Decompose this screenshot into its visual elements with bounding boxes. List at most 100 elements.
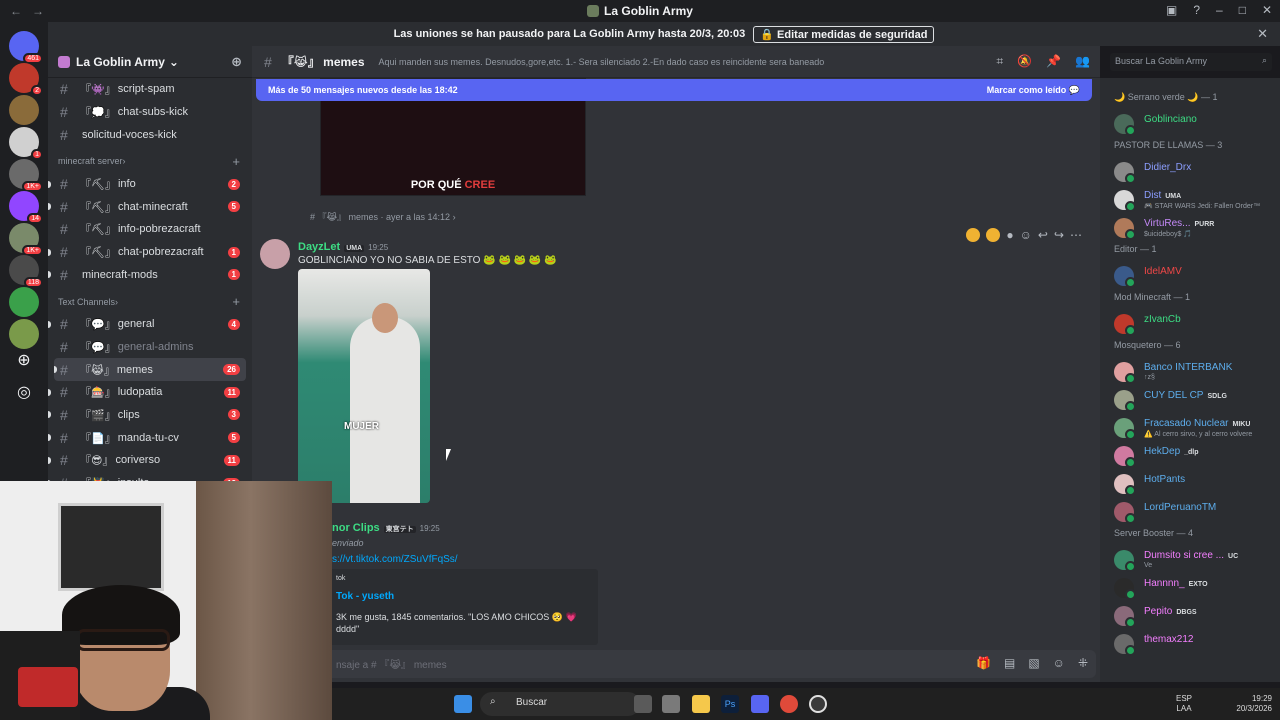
- inbox-icon[interactable]: ▣: [1166, 3, 1177, 17]
- create-channel-icon[interactable]: +: [232, 154, 240, 169]
- file-explorer-icon[interactable]: [692, 695, 710, 713]
- mute-bell-icon[interactable]: 🔕: [1017, 54, 1032, 69]
- forward-icon[interactable]: ↪: [1054, 228, 1064, 242]
- channel-general-admins[interactable]: # 『💬』 general-admins: [48, 336, 252, 359]
- channel-category[interactable]: minecraft server › +: [48, 150, 252, 173]
- member-item[interactable]: Pepito DBGS: [1114, 604, 1276, 628]
- reaction-emoji-icon[interactable]: [966, 228, 981, 242]
- member-item[interactable]: Hannnn_ EXTO: [1114, 576, 1276, 600]
- task-view-icon[interactable]: [634, 695, 652, 713]
- apps-icon[interactable]: ⁜: [1078, 656, 1088, 670]
- new-messages-bar[interactable]: Más de 50 mensajes nuevos desde las 18:4…: [256, 79, 1092, 101]
- maximize-button[interactable]: □: [1239, 3, 1246, 17]
- message-input[interactable]: nsaje a # 『😹』 memes 🎁 ▤ ▧ ☺ ⁜: [256, 650, 1096, 678]
- more-icon[interactable]: ⋯: [1070, 228, 1082, 242]
- discord-icon[interactable]: [751, 695, 769, 713]
- channel-chat-subs-kick[interactable]: # 『💭』 chat-subs-kick: [48, 101, 252, 124]
- clock[interactable]: 19:29 20/3/2026: [1236, 694, 1272, 714]
- channel-info-pobrezacraft[interactable]: # 『⛏』 info-pobrezacraft: [48, 218, 252, 241]
- member-list-icon[interactable]: 👥: [1075, 54, 1090, 69]
- server-icon[interactable]: 1K+: [9, 159, 43, 192]
- create-channel-icon[interactable]: +: [232, 294, 240, 309]
- server-icon[interactable]: [9, 287, 39, 317]
- member-item[interactable]: Dist UMA 🎮 STAR WARS Jedi: Fallen Order™: [1114, 188, 1276, 212]
- category-label: minecraft server: [58, 156, 123, 167]
- member-item[interactable]: LordPeruanoTM: [1114, 500, 1276, 524]
- pin-icon[interactable]: 📌: [1046, 54, 1061, 69]
- channel-chat-minecraft[interactable]: # 『⛏』 chat-minecraft 5: [48, 195, 252, 218]
- channel-general[interactable]: # 『💬』 general 4: [48, 313, 252, 336]
- reply-icon[interactable]: ↩: [1038, 228, 1048, 242]
- member-item[interactable]: VirtuRes... PURR $uicideboy$ 🎵: [1114, 216, 1276, 240]
- add-server-icon[interactable]: ⊕: [0, 350, 48, 382]
- language-indicator[interactable]: ESP LAA: [1176, 694, 1192, 714]
- channel-ludopatia[interactable]: # 『🎰』 ludopatia 11: [48, 381, 252, 404]
- minimize-button[interactable]: –: [1216, 3, 1223, 17]
- sticker-icon[interactable]: ▧: [1028, 656, 1039, 670]
- channel-clips[interactable]: # 『🎬』 clips 3: [48, 404, 252, 427]
- reaction-emoji-icon[interactable]: [986, 228, 1001, 242]
- search-input[interactable]: Buscar La Goblin Army ⌕: [1110, 53, 1272, 71]
- channel-chat-pobrezacraft[interactable]: # 『⛏』 chat-pobrezacraft 1: [48, 241, 252, 264]
- taskbar-search[interactable]: ⌕ Buscar: [480, 692, 640, 716]
- member-name: Pepito DBGS: [1144, 606, 1197, 617]
- embed-title[interactable]: Tok - yuseth: [336, 591, 394, 602]
- channel-info[interactable]: # 『⛏』 info 2: [48, 173, 252, 196]
- banner-close-icon[interactable]: ✕: [1257, 26, 1268, 42]
- invite-icon[interactable]: ⊕: [231, 54, 242, 70]
- server-icon[interactable]: 14: [9, 191, 43, 224]
- member-item[interactable]: themax212: [1114, 632, 1276, 656]
- member-item[interactable]: Fracasado Nuclear MIKU ⚠️ Al cerro sirvo, …: [1114, 416, 1276, 440]
- channel-minecraft-mods[interactable]: # minecraft-mods 1: [48, 264, 252, 287]
- member-item[interactable]: IdelAMV: [1114, 264, 1276, 288]
- edit-security-button[interactable]: 🔒 Editar medidas de seguridad: [753, 25, 935, 43]
- member-item[interactable]: HotPants: [1114, 472, 1276, 496]
- message-author[interactable]: nor Clips 東宮テト 19:25: [332, 522, 440, 534]
- server-icon[interactable]: 2: [9, 63, 43, 96]
- guild-tag: MIKU: [1232, 421, 1251, 428]
- member-item[interactable]: HekDep _dlp: [1114, 444, 1276, 468]
- message-link[interactable]: s://vt.tiktok.com/ZSuVfFqSs/: [332, 554, 458, 565]
- gif-icon[interactable]: ▤: [1004, 656, 1015, 670]
- channel-coriverso[interactable]: # 『😎』 coriverso 11: [48, 449, 252, 472]
- channel-memes[interactable]: # 『😹』 memes 26: [54, 358, 246, 381]
- message-author[interactable]: DayzLet UMA 19:25: [298, 241, 388, 253]
- channel-category[interactable]: Text Channels › +: [48, 290, 252, 313]
- member-item[interactable]: Dumsito si cree ... UC Ve: [1114, 548, 1276, 572]
- channel-manda-tu-cv[interactable]: # 『📄』 manda-tu-cv 5: [48, 426, 252, 449]
- channel-script-spam[interactable]: # 『👾』 script-spam: [48, 78, 252, 101]
- server-icon[interactable]: 118: [9, 255, 43, 288]
- forwarded-from-link[interactable]: # 『😹』 memes · ayer a las 14:12 ›: [310, 210, 456, 223]
- video-attachment[interactable]: MUJER: [298, 269, 430, 503]
- mark-read-button[interactable]: Marcar como leído 💬: [987, 85, 1080, 96]
- threads-icon[interactable]: ⌗: [996, 54, 1003, 69]
- reaction-emoji-icon[interactable]: ●: [1006, 228, 1013, 242]
- server-icon[interactable]: 1K+: [9, 223, 43, 256]
- channel-topic[interactable]: Aqui manden sus memes. Desnudos,gore,etc…: [379, 57, 825, 67]
- member-item[interactable]: Banco INTERBANK ↑z§: [1114, 360, 1276, 384]
- server-icon[interactable]: [9, 95, 39, 125]
- add-reaction-icon[interactable]: ☺: [1020, 228, 1032, 242]
- start-icon[interactable]: [454, 695, 472, 713]
- member-item[interactable]: Goblinciano: [1114, 112, 1276, 136]
- gift-icon[interactable]: 🎁: [976, 656, 991, 670]
- app-icon[interactable]: [662, 695, 680, 713]
- app-icon[interactable]: [809, 695, 827, 713]
- chrome-icon[interactable]: [780, 695, 798, 713]
- help-icon[interactable]: ?: [1193, 3, 1200, 17]
- server-icon[interactable]: 461: [9, 31, 43, 64]
- member-item[interactable]: zIvanCb: [1114, 312, 1276, 336]
- member-item[interactable]: Didier_Drx: [1114, 160, 1276, 184]
- member-name: zIvanCb: [1144, 314, 1181, 325]
- photoshop-icon[interactable]: Ps: [721, 695, 739, 713]
- channel-solicitud-voces-kick[interactable]: # solicitud-voces-kick: [48, 123, 252, 146]
- guild-header[interactable]: La Goblin Army ⌄ ⊕: [48, 46, 252, 78]
- close-button[interactable]: ✕: [1262, 3, 1272, 17]
- avatar[interactable]: [260, 239, 290, 269]
- emoji-icon[interactable]: ☺: [1053, 656, 1065, 670]
- server-icon[interactable]: [9, 319, 39, 349]
- discover-icon[interactable]: ◎: [0, 382, 48, 402]
- avatar: [1114, 162, 1136, 184]
- member-item[interactable]: CUY DEL CP SDLG: [1114, 388, 1276, 412]
- server-icon[interactable]: 1: [9, 127, 43, 160]
